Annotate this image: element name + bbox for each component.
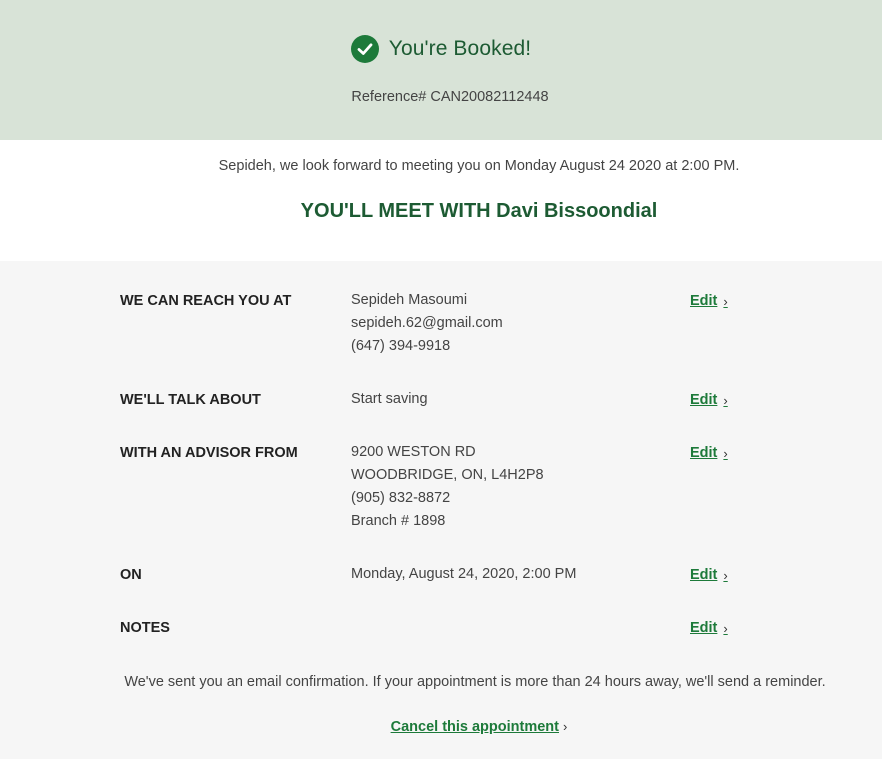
reach-values: Sepideh Masoumi sepideh.62@gmail.com (64…	[351, 289, 503, 358]
edit-topic-link[interactable]: Edit ›	[690, 392, 728, 408]
branch-phone: (905) 832-8872	[351, 490, 451, 506]
branch-street: 9200 WESTON RD	[351, 444, 476, 460]
intro-section: Sepideh, we look forward to meeting you …	[0, 140, 882, 261]
reference-number: CAN20082112448	[430, 89, 549, 105]
edit-notes-label: Edit	[690, 620, 718, 636]
email-confirmation-note: We've sent you an email confirmation. If…	[124, 674, 826, 690]
appointment-details: WE CAN REACH YOU AT Sepideh Masoumi sepi…	[0, 261, 882, 759]
confirmation-banner: You're Booked! Reference# CAN20082112448	[0, 0, 882, 140]
contact-name: Sepideh Masoumi	[351, 292, 468, 308]
reference-label: Reference#	[351, 89, 427, 105]
advisor-heading: YOU'LL MEET WITH Davi Bissoondial	[300, 200, 658, 222]
edit-notes-link[interactable]: Edit ›	[690, 620, 728, 636]
check-circle-icon	[350, 35, 379, 63]
page-title: You're Booked!	[388, 37, 532, 60]
reach-label: WE CAN REACH YOU AT	[120, 293, 292, 309]
date-values: Monday, August 24, 2020, 2:00 PM	[351, 563, 576, 586]
intro-message: Sepideh, we look forward to meeting you …	[218, 158, 740, 174]
cancel-appointment-link[interactable]: Cancel this appointment ›	[0, 719, 882, 735]
banner-title-group: You're Booked!	[0, 35, 882, 63]
chevron-right-icon: ›	[563, 719, 568, 734]
branch-city: WOODBRIDGE, ON, L4H2P8	[351, 467, 544, 483]
chevron-right-icon: ›	[723, 392, 728, 408]
chevron-right-icon: ›	[723, 567, 728, 583]
edit-branch-link[interactable]: Edit ›	[690, 445, 728, 461]
contact-phone: (647) 394-9918	[351, 338, 451, 354]
edit-date-label: Edit	[690, 567, 718, 583]
topic-values: Start saving	[351, 388, 428, 411]
edit-branch-label: Edit	[690, 445, 718, 461]
edit-topic-label: Edit	[690, 392, 718, 408]
chevron-right-icon: ›	[723, 293, 728, 309]
chevron-right-icon: ›	[723, 445, 728, 461]
branch-values: 9200 WESTON RD WOODBRIDGE, ON, L4H2P8 (9…	[351, 441, 544, 533]
date-label: ON	[120, 567, 142, 583]
cancel-appointment-label: Cancel this appointment	[390, 719, 559, 735]
topic-value: Start saving	[351, 391, 428, 407]
reference-line: Reference# CAN20082112448	[0, 89, 882, 105]
notes-label: NOTES	[120, 620, 170, 636]
topic-label: WE'LL TALK ABOUT	[120, 392, 261, 408]
contact-email: sepideh.62@gmail.com	[351, 315, 503, 331]
edit-contact-label: Edit	[690, 293, 718, 309]
edit-date-link[interactable]: Edit ›	[690, 567, 728, 583]
branch-number: Branch # 1898	[351, 513, 446, 529]
appointment-datetime: Monday, August 24, 2020, 2:00 PM	[351, 566, 577, 582]
edit-contact-link[interactable]: Edit ›	[690, 293, 728, 309]
branch-label: WITH AN ADVISOR FROM	[120, 445, 298, 461]
chevron-right-icon: ›	[723, 620, 728, 636]
